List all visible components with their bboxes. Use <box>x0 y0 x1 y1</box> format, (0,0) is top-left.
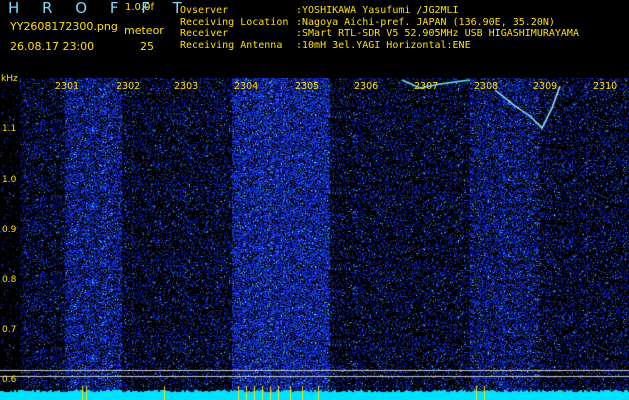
meteor-count: 25 <box>140 40 154 53</box>
app-title: H R O F F T <box>8 0 191 17</box>
x-tick-2309: 2309 <box>533 81 558 92</box>
info-row-antenna: Receiving Antenna:10mH 3el.YAGI Horizont… <box>180 39 471 51</box>
x-tick-2308: 2308 <box>474 81 499 92</box>
y-tick-0-6: 0.6 <box>2 375 17 385</box>
date-time: 26.08.17 23:00 <box>10 40 95 53</box>
y-tick-0-9: 0.9 <box>2 225 17 235</box>
y-axis-unit: kHz <box>1 74 18 84</box>
x-tick-2305: 2305 <box>295 81 320 92</box>
x-tick-2301: 2301 <box>55 81 80 92</box>
y-tick-1-1: 1.1 <box>2 124 17 134</box>
x-tick-2306: 2306 <box>354 81 379 92</box>
station-info: Ovserver:YOSHIKAWA Yasufumi /JG2MLI Rece… <box>180 5 579 51</box>
x-tick-2303: 2303 <box>174 81 199 92</box>
x-tick-2304: 2304 <box>234 81 259 92</box>
x-tick-2307: 2307 <box>414 81 439 92</box>
file-name: YY2608172300.png <box>10 20 118 33</box>
meteor-label: meteor <box>124 24 164 37</box>
app-version: 1.0.0f <box>125 2 154 13</box>
y-tick-0-8: 0.8 <box>2 275 17 285</box>
x-tick-2310: 2310 <box>593 81 618 92</box>
y-tick-1-0: 1.0 <box>2 175 17 185</box>
x-tick-2302: 2302 <box>116 81 141 92</box>
info-row-receiver: Receiver:SMart RTL-SDR V5 52.905MHz USB … <box>180 28 579 39</box>
info-row-observer: Ovserver:YOSHIKAWA Yasufumi /JG2MLI <box>180 5 459 16</box>
header-panel: H R O F F T 1.0.0f YY2608172300.png 26.0… <box>0 0 629 78</box>
info-row-location: Receiving Location:Nagoya Aichi-pref. JA… <box>180 16 555 28</box>
spectrogram-plot <box>0 78 629 400</box>
y-tick-0-7: 0.7 <box>2 325 17 335</box>
